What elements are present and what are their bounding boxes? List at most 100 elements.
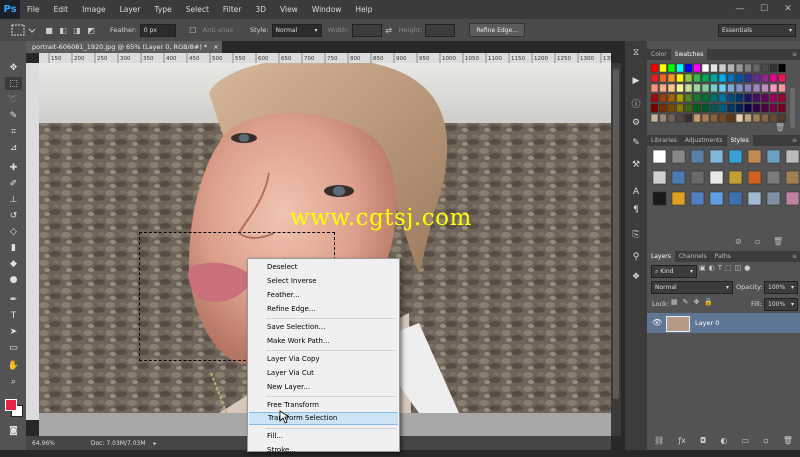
color-swatch[interactable]: [744, 113, 752, 123]
menu-item-free-transform[interactable]: Free Transform: [248, 399, 399, 412]
color-swatch[interactable]: [667, 103, 676, 113]
minimize-button[interactable]: —: [728, 0, 752, 19]
color-swatch[interactable]: [735, 93, 744, 103]
history-brush-tool-icon[interactable]: ↺: [5, 209, 22, 222]
color-swatch[interactable]: [659, 63, 667, 73]
brush-preset-icon[interactable]: ✎: [629, 137, 643, 149]
color-swatch[interactable]: [735, 113, 744, 123]
status-arrow-icon[interactable]: ▸: [154, 440, 157, 447]
move-tool-icon[interactable]: ✥: [5, 61, 22, 74]
tab-paths[interactable]: Paths: [711, 251, 735, 262]
paragraph-icon[interactable]: ¶: [629, 204, 643, 216]
blend-mode-select[interactable]: Normal ▾: [651, 281, 733, 294]
style-swatch[interactable]: [652, 191, 667, 206]
brush-tool-icon[interactable]: ✐: [5, 177, 22, 190]
lock-pixels-icon[interactable]: ✎: [683, 298, 689, 306]
color-swatch[interactable]: [744, 103, 752, 113]
style-swatch[interactable]: [671, 170, 686, 185]
blur-tool-icon[interactable]: ◆: [5, 257, 22, 270]
color-swatch[interactable]: [701, 73, 710, 83]
color-swatch[interactable]: [710, 103, 718, 113]
color-swatch[interactable]: [676, 103, 684, 113]
color-swatch[interactable]: [769, 103, 778, 113]
properties-icon[interactable]: ⚙: [629, 117, 643, 129]
menu-item-layer-via-cut[interactable]: Layer Via Cut: [248, 367, 399, 380]
shape-filter-icon[interactable]: ⬚: [725, 264, 732, 272]
dodge-tool-icon[interactable]: ●: [5, 273, 22, 286]
layer-kind-filter[interactable]: ⌕ Kind ▾: [651, 265, 697, 278]
color-swatch[interactable]: [659, 73, 667, 83]
color-swatch[interactable]: [676, 73, 684, 83]
fill-input[interactable]: 100% ▾: [764, 298, 798, 311]
menu-help[interactable]: Help: [348, 5, 379, 14]
color-swatch[interactable]: [693, 103, 701, 113]
swap-icon[interactable]: ⇄: [382, 24, 396, 36]
adjustment-filter-icon[interactable]: ◐: [709, 264, 715, 272]
color-swatch[interactable]: [667, 73, 676, 83]
tab-color[interactable]: Color: [647, 49, 671, 60]
color-swatch[interactable]: [710, 63, 718, 73]
swatches-grid[interactable]: [649, 62, 789, 132]
color-swatch[interactable]: [735, 83, 744, 93]
style-swatch[interactable]: [747, 149, 762, 164]
color-swatch[interactable]: [667, 93, 676, 103]
color-swatch[interactable]: [684, 113, 693, 123]
menu-item-transform-selection[interactable]: Transform Selection: [249, 412, 398, 425]
menu-select[interactable]: Select: [179, 5, 216, 14]
color-swatch[interactable]: [650, 113, 659, 123]
tab-adjustments[interactable]: Adjustments: [681, 135, 727, 146]
menu-filter[interactable]: Filter: [216, 5, 249, 14]
color-swatch[interactable]: [710, 83, 718, 93]
color-swatch[interactable]: [761, 93, 769, 103]
color-swatch[interactable]: [778, 93, 786, 103]
style-swatch[interactable]: [747, 170, 762, 185]
fx-icon[interactable]: ƒx: [678, 436, 686, 445]
new-group-icon[interactable]: ▭: [742, 436, 750, 445]
menu-file[interactable]: File: [20, 5, 47, 14]
subtract-selection-icon[interactable]: ◨: [70, 24, 84, 36]
crop-tool-icon[interactable]: ⌗: [5, 125, 22, 138]
style-swatch[interactable]: [709, 170, 724, 185]
info-icon[interactable]: ⓘ: [629, 97, 643, 110]
color-swatch[interactable]: [778, 63, 786, 73]
color-swatch[interactable]: [659, 103, 667, 113]
tab-layers[interactable]: Layers: [647, 251, 675, 262]
rect-marquee-tool-icon[interactable]: ⬚: [5, 77, 22, 90]
color-swatch[interactable]: [659, 93, 667, 103]
color-swatch[interactable]: [752, 63, 761, 73]
new-style-icon[interactable]: ⊘: [735, 237, 742, 246]
eye-icon[interactable]: 👁: [652, 318, 662, 327]
color-swatch[interactable]: [727, 63, 735, 73]
color-swatch[interactable]: [718, 113, 727, 123]
menu-item-refine-edge[interactable]: Refine Edge...: [248, 303, 399, 316]
menu-item-deselect[interactable]: Deselect: [248, 261, 399, 274]
color-swatch[interactable]: [761, 103, 769, 113]
style-swatch[interactable]: [690, 191, 705, 206]
color-swatch[interactable]: [676, 113, 684, 123]
foreground-color-swatch[interactable]: [5, 399, 17, 411]
layer-mask-icon[interactable]: ◘: [700, 436, 706, 445]
style-swatch[interactable]: [785, 170, 799, 185]
color-swatch[interactable]: [778, 103, 786, 113]
menu-layer[interactable]: Layer: [113, 5, 148, 14]
color-swatch[interactable]: [701, 93, 710, 103]
color-swatch[interactable]: [778, 113, 786, 123]
color-swatch[interactable]: [752, 93, 761, 103]
color-swatch[interactable]: [727, 83, 735, 93]
styles-grid[interactable]: [651, 148, 799, 228]
intersect-selection-icon[interactable]: ◩: [84, 24, 98, 36]
style-select[interactable]: Normal ▾: [271, 23, 322, 37]
color-swatch[interactable]: [650, 63, 659, 73]
adjustment-layer-icon[interactable]: ◐: [720, 436, 727, 445]
gradient-tool-icon[interactable]: ▮: [5, 241, 22, 254]
zoom-level[interactable]: 64.96%: [32, 440, 55, 447]
color-swatch[interactable]: [735, 63, 744, 73]
style-swatch[interactable]: [690, 170, 705, 185]
menu-item-select-inverse[interactable]: Select Inverse: [248, 275, 399, 288]
filter-toggle-icon[interactable]: ●: [744, 264, 750, 272]
actions-play-icon[interactable]: ▶: [629, 75, 643, 87]
color-swatch[interactable]: [752, 83, 761, 93]
color-swatch[interactable]: [735, 103, 744, 113]
feather-input[interactable]: 0 px: [139, 23, 176, 37]
menu-edit[interactable]: Edit: [47, 5, 76, 14]
